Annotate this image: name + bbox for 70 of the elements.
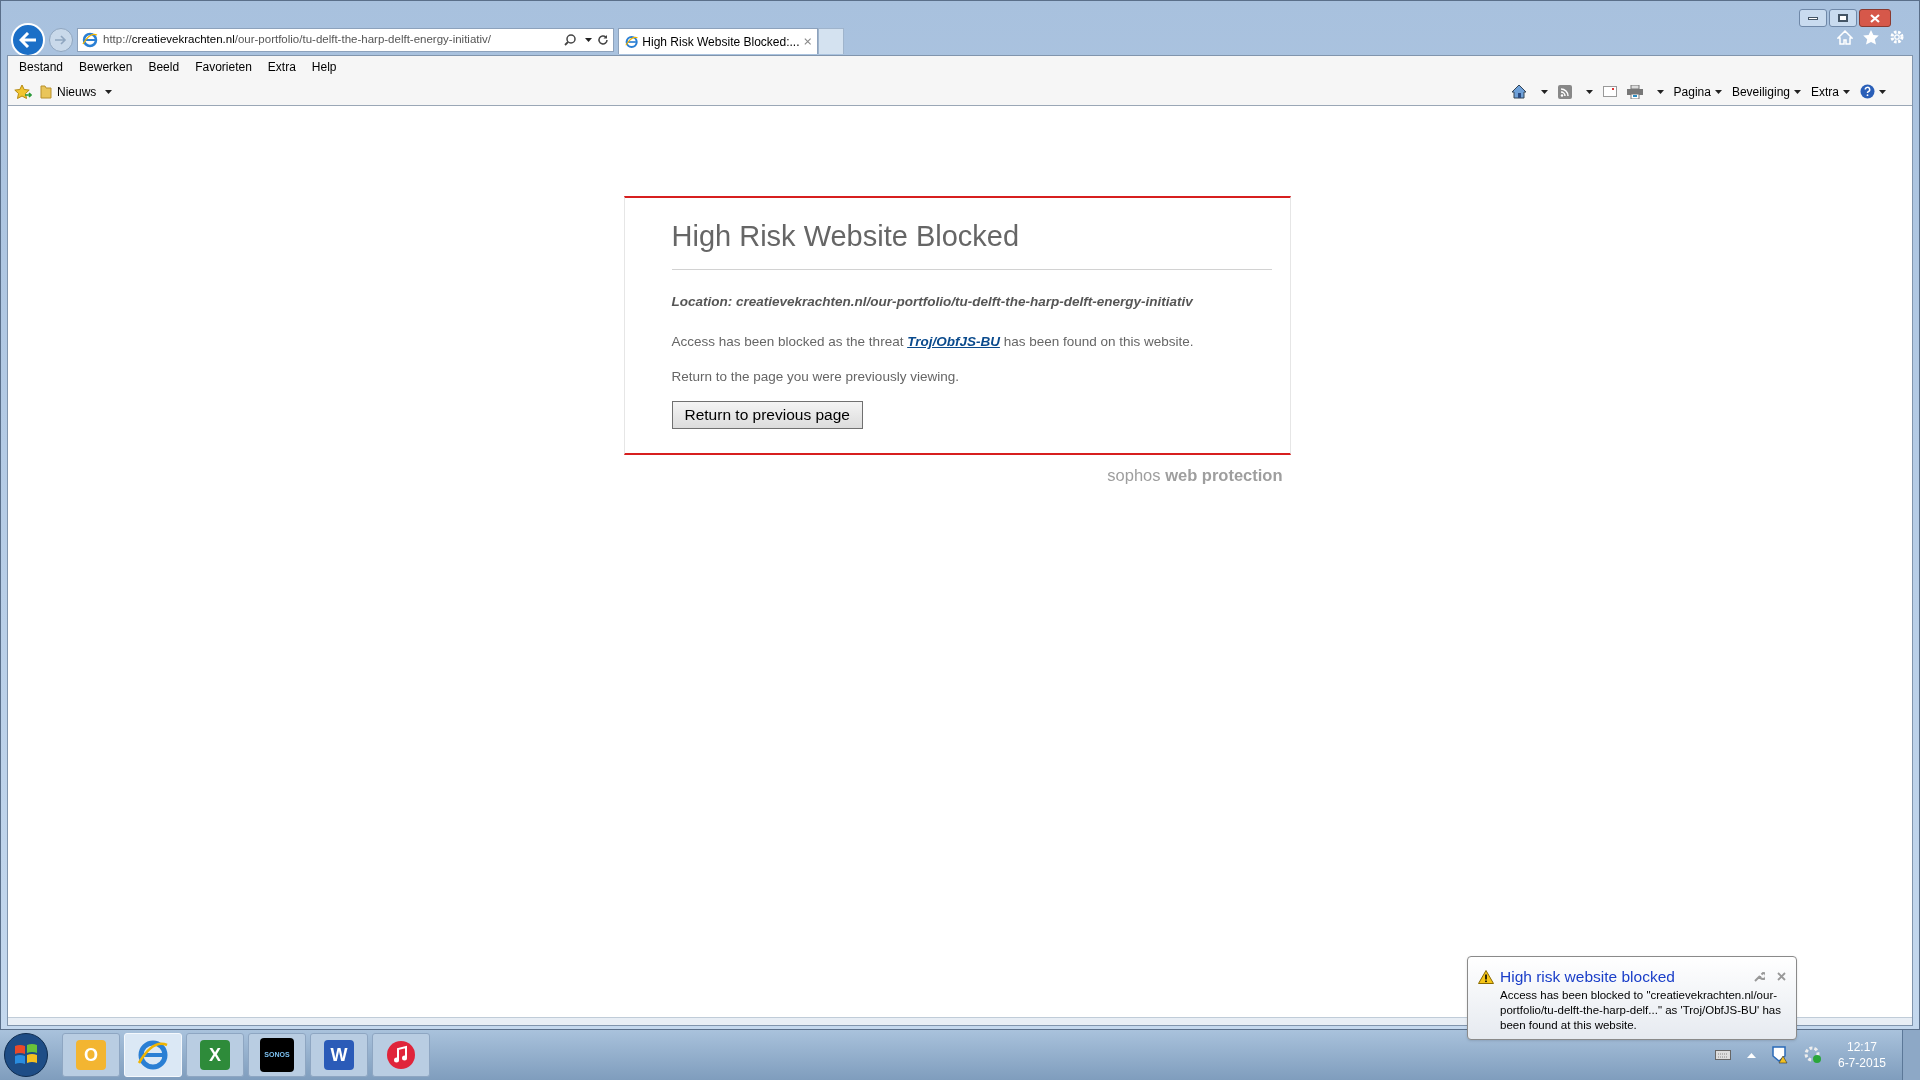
address-field[interactable]: http://creatievekrachten.nl/our-portfolio/tu-delft-the-harp-delft-energy-initiativ/ <box>77 28 614 52</box>
menu-item[interactable]: Favorieten <box>195 58 252 76</box>
minimize-button[interactable] <box>1799 9 1827 27</box>
threat-link[interactable]: Troj/ObfJS-BU <box>907 334 1000 350</box>
browser-icon <box>82 32 98 48</box>
folder-icon <box>40 84 52 99</box>
favorites-folder[interactable]: Nieuws <box>40 82 113 101</box>
house-icon[interactable] <box>1510 84 1527 99</box>
menu-item[interactable]: Extra <box>267 58 296 76</box>
start-button[interactable] <box>4 1033 48 1077</box>
shield-warning-icon[interactable] <box>1771 1046 1788 1064</box>
feed-icon[interactable] <box>1557 84 1572 99</box>
menu-item[interactable]: Bestand <box>19 58 64 76</box>
maximize-button[interactable] <box>1829 9 1857 27</box>
notification-message: Access has been blocked to "creatievekrachten.nl/our-portfolio/tu-delft-the-harp-delf..." as 'Troj/ObfJS-BU' has been found at this website. <box>1500 988 1782 1034</box>
command-menu[interactable]: Extra <box>1811 82 1850 101</box>
caret-icon <box>1656 89 1664 94</box>
caret-icon <box>585 38 592 42</box>
tab-title: High Risk Website Blocked:... <box>642 33 800 51</box>
caret-icon <box>1879 89 1886 94</box>
brand-label: sophos web protection <box>1107 464 1283 486</box>
menu-item[interactable]: Bewerken <box>79 58 133 76</box>
return-button[interactable]: Return to previous page <box>671 400 863 429</box>
caret-icon <box>1585 89 1593 94</box>
blocked-message: Access has been blocked as the threat Troj/ObfJS-BU has been found on this website. <box>671 333 1195 352</box>
show-hidden-icons-icon[interactable] <box>1746 1052 1756 1058</box>
keyboard-icon[interactable] <box>1714 1050 1731 1060</box>
favorites-star-icon[interactable] <box>14 83 32 100</box>
spreadsheet-app-icon: X <box>200 1040 230 1070</box>
search-icon[interactable] <box>564 34 576 46</box>
caret-icon <box>1843 89 1850 94</box>
refresh-icon[interactable] <box>597 34 609 46</box>
url-text: http://creatievekrachten.nl/our-portfolio/tu-delft-the-harp-delft-energy-initiativ/ <box>103 32 492 48</box>
caret-icon <box>1540 89 1548 94</box>
taskbar-button[interactable] <box>372 1033 430 1077</box>
return-hint: Return to the page you were previously viewing. <box>671 367 960 386</box>
forward-arrow-icon <box>55 35 67 45</box>
page-title: High Risk Website Blocked <box>671 219 1021 254</box>
command-menu[interactable]: Pagina <box>1673 82 1722 101</box>
caret-icon <box>1794 89 1801 94</box>
back-arrow-icon <box>19 32 37 48</box>
music-note-icon <box>386 1040 416 1070</box>
star-icon[interactable] <box>1863 29 1879 45</box>
mail-icon[interactable] <box>1602 86 1617 97</box>
menu-item[interactable]: Help <box>311 58 337 76</box>
location-text: Location: creatievekrachten.nl/our-portfolio/tu-delft-the-harp-delft-energy-initiativ <box>671 293 1194 311</box>
warning-icon <box>1478 969 1494 984</box>
taskbar-button[interactable]: X <box>186 1033 244 1077</box>
browser-icon <box>137 1039 169 1071</box>
clock-time: 12:17 <box>1846 1039 1877 1055</box>
mail-app-icon: O <box>76 1040 106 1070</box>
command-menu[interactable]: Beveiliging <box>1731 82 1801 101</box>
caret-icon <box>1714 89 1722 94</box>
close-icon <box>1870 13 1880 23</box>
browser-icon <box>625 33 639 50</box>
caret-icon <box>105 89 113 94</box>
help-icon <box>1860 84 1875 99</box>
windows-logo-icon <box>14 1044 38 1066</box>
menu-item[interactable]: Beeld <box>148 58 180 76</box>
taskbar-button[interactable]: W <box>310 1033 368 1077</box>
close-button[interactable] <box>1859 9 1891 27</box>
back-button[interactable] <box>11 23 45 57</box>
document-app-icon: W <box>324 1040 354 1070</box>
close-icon[interactable] <box>1777 972 1786 982</box>
close-tab-icon[interactable] <box>803 37 811 46</box>
help-menu[interactable] <box>1860 84 1886 99</box>
clock-date: 6-7-2015 <box>1837 1055 1886 1071</box>
printer-icon[interactable] <box>1626 84 1643 99</box>
notification-title: High risk website blocked <box>1500 967 1676 987</box>
browser-tab[interactable]: High Risk Website Blocked:... <box>618 28 818 54</box>
